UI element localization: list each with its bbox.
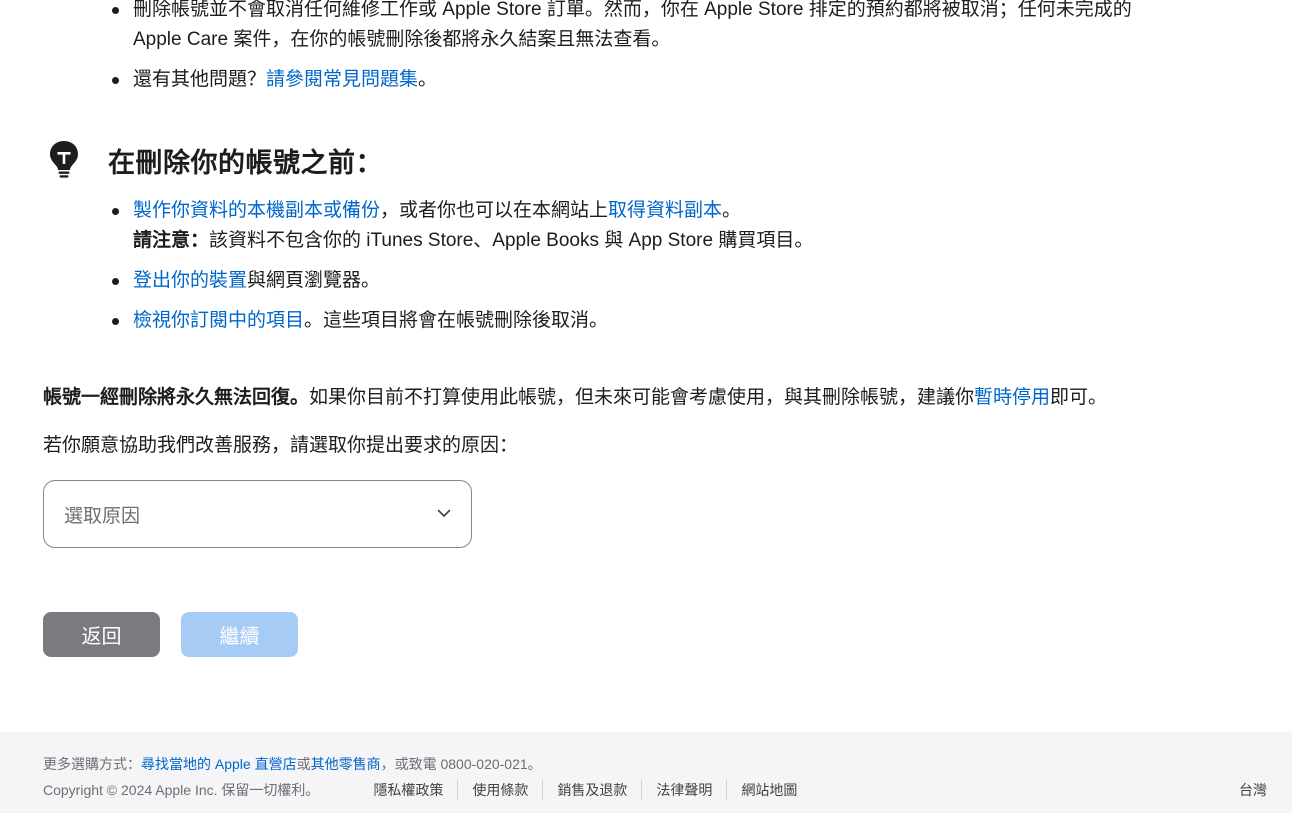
sales-refunds-link[interactable]: 銷售及退款 (542, 780, 641, 800)
list-item: 製作你資料的本機副本或備份，或者你也可以在本網站上取得資料副本。 請注意：該資料… (0, 196, 1292, 256)
site-map-link[interactable]: 網站地圖 (726, 780, 811, 800)
list-item: 檢視你訂閱中的項目。這些項目將會在帳號刪除後取消。 (0, 306, 1292, 336)
footer-shop-line: 更多選購方式：尋找當地的 Apple 直營店或其他零售商，或致電 0800-02… (43, 754, 542, 774)
region-selector[interactable]: 台灣 (1239, 780, 1267, 800)
backup-mid-text: ，或者你也可以在本網站上 (380, 200, 609, 221)
privacy-policy-link[interactable]: 隱私權政策 (359, 780, 457, 800)
list-item: 還有其他問題？請參閱常見問題集。 (0, 65, 1292, 95)
faq-suffix: 。 (418, 69, 438, 90)
warning-bold: 帳號一經刪除將永久無法回復。 (43, 387, 310, 408)
backup-link[interactable]: 製作你資料的本機副本或備份 (133, 200, 380, 221)
footer-shop-or: 或 (296, 756, 311, 772)
footer-shop-prefix: 更多選購方式： (43, 756, 141, 772)
info-list: 刪除帳號並不會取消任何維修工作或 Apple Store 訂單。然而，你在 Ap… (0, 0, 1292, 95)
view-subscriptions-link[interactable]: 檢視你訂閱中的項目 (133, 310, 304, 331)
note-text: 該資料不包含你的 iTunes Store、Apple Books 與 App … (209, 230, 814, 251)
info-text-line1: 刪除帳號並不會取消任何維修工作或 Apple Store 訂單。然而，你在 Ap… (133, 0, 1132, 20)
back-button[interactable]: 返回 (43, 612, 160, 657)
warning-text: 如果你目前不打算使用此帳號，但未來可能會考慮使用，與其刪除帳號，建議你 (309, 387, 975, 408)
sign-out-devices-link[interactable]: 登出你的裝置 (133, 270, 247, 291)
section-header: 在刪除你的帳號之前： (44, 138, 383, 182)
footer-legal-line: Copyright © 2024 Apple Inc. 保留一切權利。 隱私權政… (43, 780, 811, 800)
continue-button[interactable]: 繼續 (181, 612, 298, 657)
before-delete-list: 製作你資料的本機副本或備份，或者你也可以在本網站上取得資料副本。 請注意：該資料… (0, 196, 1292, 336)
info-text-line2: Apple Care 案件，在你的帳號刪除後都將永久結案且無法查看。 (133, 29, 671, 50)
chevron-down-icon (437, 509, 451, 517)
lightbulb-icon (44, 138, 84, 182)
faq-prompt-text: 還有其他問題？ (133, 69, 267, 90)
section-title: 在刪除你的帳號之前： (108, 147, 383, 178)
reason-prompt: 若你願意協助我們改善服務，請選取你提出要求的原因： (43, 435, 519, 456)
subscriptions-suffix: 。這些項目將會在帳號刪除後取消。 (304, 310, 609, 331)
reason-select-placeholder: 選取原因 (64, 505, 141, 527)
footer: 更多選購方式：尋找當地的 Apple 直營店或其他零售商，或致電 0800-02… (0, 732, 1292, 813)
legal-link[interactable]: 法律聲明 (641, 780, 726, 800)
find-store-link[interactable]: 尋找當地的 Apple 直營店 (141, 756, 297, 772)
warning-suffix: 即可。 (1050, 387, 1108, 408)
footer-shop-suffix: ，或致電 0800-020-021。 (380, 756, 542, 772)
deactivate-link[interactable]: 暫時停用 (974, 387, 1050, 408)
list-item: 刪除帳號並不會取消任何維修工作或 Apple Store 訂單。然而，你在 Ap… (0, 0, 1292, 55)
backup-suffix: 。 (722, 200, 742, 221)
footer-links: 隱私權政策 使用條款 銷售及退款 法律聲明 網站地圖 (359, 780, 811, 800)
faq-link[interactable]: 請參閱常見問題集 (266, 69, 418, 90)
get-data-copy-link[interactable]: 取得資料副本 (608, 200, 722, 221)
sign-out-suffix: 與網頁瀏覽器。 (247, 270, 381, 291)
other-retailers-link[interactable]: 其他零售商 (311, 756, 381, 772)
permanent-warning: 帳號一經刪除將永久無法回復。如果你目前不打算使用此帳號，但未來可能會考慮使用，與… (43, 383, 1107, 413)
note-line: 請注意：該資料不包含你的 iTunes Store、Apple Books 與 … (133, 226, 1292, 256)
note-label: 請注意： (133, 230, 210, 251)
terms-of-use-link[interactable]: 使用條款 (457, 780, 542, 800)
copyright-text: Copyright © 2024 Apple Inc. 保留一切權利。 (43, 782, 320, 798)
reason-select[interactable]: 選取原因 (43, 480, 472, 548)
list-item: 登出你的裝置與網頁瀏覽器。 (0, 266, 1292, 296)
page: 刪除帳號並不會取消任何維修工作或 Apple Store 訂單。然而，你在 Ap… (0, 0, 1292, 813)
